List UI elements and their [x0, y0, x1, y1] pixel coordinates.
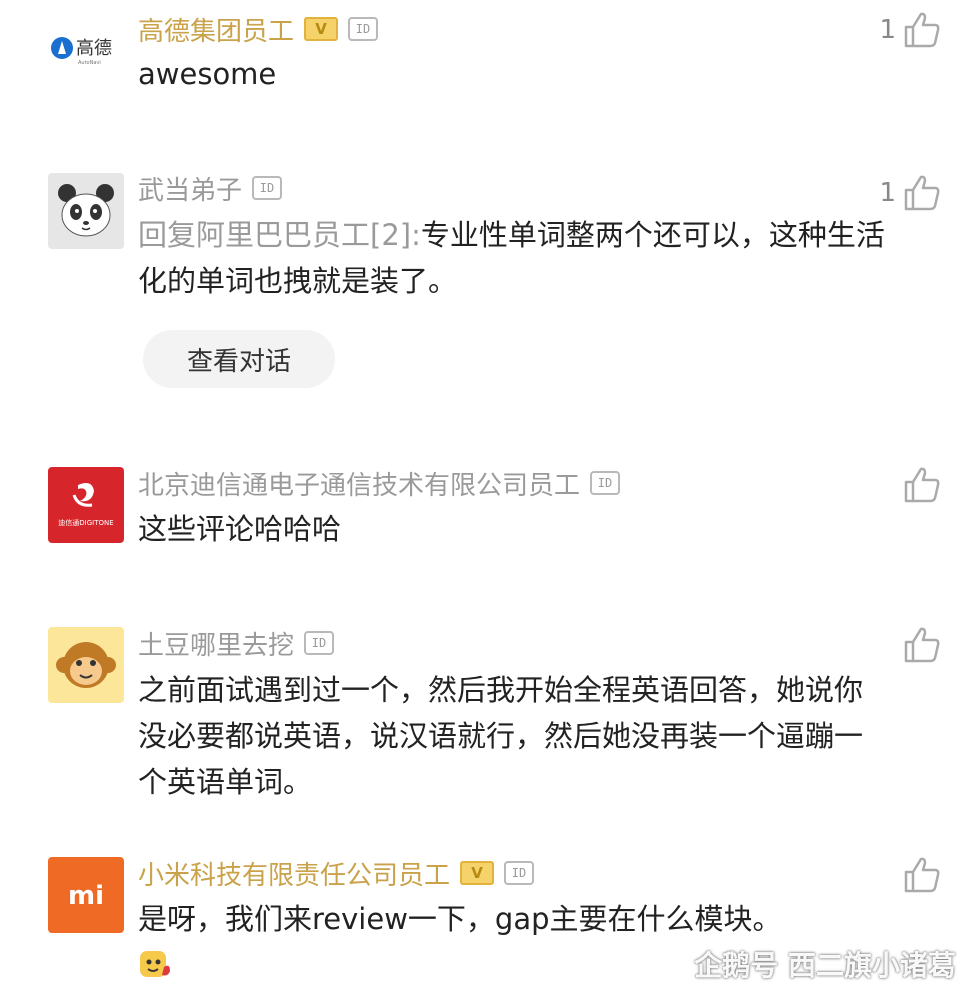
like-button[interactable]: [902, 465, 942, 505]
comment-author: 土豆哪里去挖 ID: [138, 625, 335, 662]
username[interactable]: 小米科技有限责任公司员工: [138, 855, 450, 892]
penguin-icon: [658, 950, 684, 982]
like-count: 1: [879, 15, 896, 45]
comment-item: 高德 AutoNavi 高德集团员工 V ID awesome 1: [0, 0, 978, 150]
comment-author: 高德集团员工 V ID: [138, 11, 379, 48]
reply-prefix[interactable]: 回复阿里巴巴员工[2]:: [138, 218, 421, 252]
thumbs-up-icon: [904, 627, 940, 663]
vip-badge: V: [304, 17, 339, 41]
avatar-xiaomi[interactable]: mi: [48, 857, 124, 933]
comment-text: 是呀，我们来review一下，gap主要在什么模块。: [138, 902, 782, 936]
username[interactable]: 武当弟子: [138, 170, 242, 207]
comment-author: 北京迪信通电子通信技术有限公司员工 ID: [138, 465, 621, 502]
comment-item: 迪信通DIGITONE 北京迪信通电子通信技术有限公司员工 ID 这些评论哈哈哈: [0, 455, 978, 605]
avatar-logo-text: 迪信通DIGITONE: [58, 518, 113, 527]
thumbs-up-icon: [904, 857, 940, 893]
svg-text:AutoNavi: AutoNavi: [78, 60, 101, 66]
emoji-icon: [138, 947, 172, 981]
thumbs-up-icon: [904, 467, 940, 503]
view-conversation-button[interactable]: 查看对话: [143, 330, 335, 388]
id-badge: ID: [304, 631, 335, 655]
like-button[interactable]: 1: [879, 173, 942, 213]
avatar-panda[interactable]: [48, 173, 124, 249]
thumbs-up-icon: [904, 12, 940, 48]
thumbs-up-icon: [904, 175, 940, 211]
like-button[interactable]: [902, 625, 942, 665]
comment-item: 武当弟子 ID 回复阿里巴巴员工[2]:专业性单词整两个还可以，这种生活化的单词…: [0, 160, 978, 420]
vip-badge: V: [460, 861, 495, 885]
monkey-avatar-icon: [56, 642, 116, 688]
id-badge: ID: [590, 471, 621, 495]
avatar-amap[interactable]: 高德 AutoNavi: [48, 10, 124, 86]
watermark: 企鹅号 西二旗小诸葛: [656, 944, 956, 984]
comment-author: 小米科技有限责任公司员工 V ID: [138, 855, 535, 892]
amap-logo-icon: 高德 AutoNavi: [51, 37, 112, 66]
comment-text: 之前面试遇到过一个，然后我开始全程英语回答，她说你没必要都说英语，说汉语就行，然…: [138, 673, 864, 799]
avatar-logo-text: mi: [68, 881, 104, 911]
id-badge: ID: [348, 17, 379, 41]
watermark-text: 企鹅号 西二旗小诸葛: [694, 949, 956, 982]
like-button[interactable]: 1: [879, 10, 942, 50]
comment-item: 土豆哪里去挖 ID 之前面试遇到过一个，然后我开始全程英语回答，她说你没必要都说…: [0, 615, 978, 835]
comment-text: awesome: [138, 57, 277, 91]
like-button[interactable]: [902, 855, 942, 895]
like-count: 1: [879, 178, 896, 208]
comment-author: 武当弟子 ID: [138, 170, 283, 207]
panda-avatar-icon: [58, 184, 114, 237]
username[interactable]: 土豆哪里去挖: [138, 625, 294, 662]
username[interactable]: 高德集团员工: [138, 11, 294, 48]
xiaomi-logo-icon: mi: [68, 881, 104, 911]
id-badge: ID: [504, 861, 535, 885]
digitone-logo-icon: 迪信通DIGITONE: [58, 483, 114, 527]
avatar-logo-text: 高德: [76, 38, 112, 59]
avatar-digitone[interactable]: 迪信通DIGITONE: [48, 467, 124, 543]
username[interactable]: 北京迪信通电子通信技术有限公司员工: [138, 465, 580, 502]
avatar-monkey[interactable]: [48, 627, 124, 703]
comment-text: 这些评论哈哈哈: [138, 512, 342, 546]
comment-text: 回复阿里巴巴员工[2]:专业性单词整两个还可以，这种生活化的单词也拽就是装了。: [138, 212, 898, 304]
id-badge: ID: [252, 176, 283, 200]
